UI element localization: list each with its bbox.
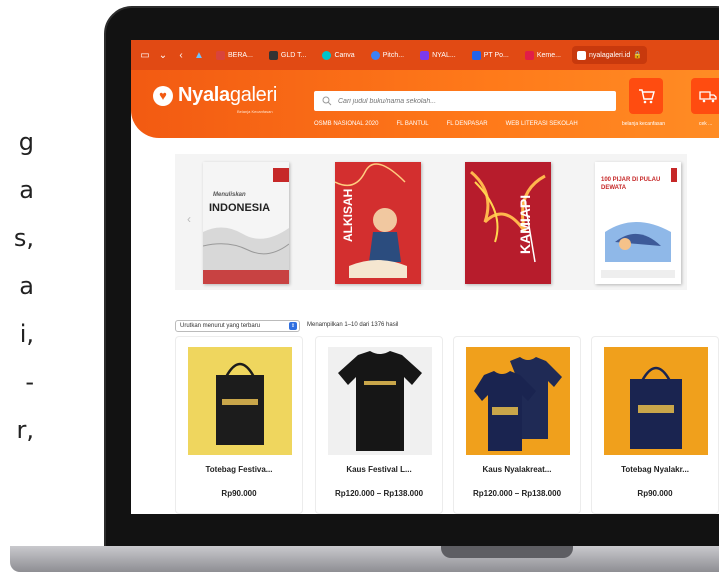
sort-label: Urutkan menurut yang terbaru: [180, 323, 261, 329]
book-carousel: ‹ Menuliskan INDONESIA ALKISAH KAMIAPI 1…: [175, 154, 687, 290]
nav-link[interactable]: FL BANTUL: [396, 121, 428, 127]
chevron-down-icon[interactable]: ⌄: [157, 50, 169, 61]
tab-label: Keme...: [536, 51, 561, 59]
chevron-left-icon[interactable]: ‹: [187, 212, 191, 226]
totebag-image: [604, 347, 708, 455]
book-cover[interactable]: ALKISAH: [335, 162, 421, 284]
browser-tab-bar: ▭ ⌄ ‹ ▲ BERA... GLD T... Canva Pitch... …: [131, 40, 719, 70]
favicon-icon: [370, 50, 380, 60]
site-logo[interactable]: ♥ Nyalagaleri: [153, 84, 277, 107]
product-name[interactable]: Totebag Festiva...: [176, 465, 302, 474]
tab-label: Pitch...: [382, 51, 405, 59]
product-price: Rp120.000 – Rp138.000: [334, 489, 424, 498]
product-image: [328, 347, 432, 455]
product-image: [188, 347, 292, 455]
product-name[interactable]: Kaus Nyalakreat...: [454, 465, 580, 474]
tab-label: GLD T...: [280, 51, 307, 59]
sidebar-toggle-icon[interactable]: ▭: [139, 50, 151, 61]
favicon-icon: [322, 50, 332, 60]
browser-tab[interactable]: Keme...: [520, 46, 566, 64]
nav-link[interactable]: OSMB NASIONAL 2020: [314, 121, 378, 127]
shipping-button[interactable]: [691, 78, 719, 114]
laptop-notch: [441, 546, 573, 558]
side-text-line: a: [19, 272, 34, 300]
search-input[interactable]: [338, 97, 598, 105]
tab-label: nyalagaleri.id: [589, 51, 631, 59]
favicon-icon: [420, 50, 430, 60]
product-name[interactable]: Totebag Nyalakr...: [592, 465, 718, 474]
logo-light: galeri: [229, 84, 277, 106]
results-count: Menampilkan 1–10 dari 1376 hasil: [307, 322, 399, 328]
product-price: Rp120.000 – Rp138.000: [472, 489, 562, 498]
search-icon: [322, 96, 332, 106]
favicon-icon: [216, 50, 225, 60]
header-nav: OSMB NASIONAL 2020 FL BANTUL FL DENPASAR…: [314, 121, 578, 127]
totebag-image: [188, 347, 292, 455]
tagline: Belanja Kecanfasan: [237, 109, 273, 114]
shipping-label: cek ...: [699, 121, 713, 127]
browser-tab[interactable]: Canva: [317, 46, 359, 64]
browser-tab-active[interactable]: nyalagaleri.id 🔒: [572, 46, 647, 64]
tab-label: Canva: [334, 51, 355, 59]
back-arrow-icon[interactable]: ‹: [175, 50, 187, 61]
favicon-icon: [471, 50, 481, 60]
tab-group-icon[interactable]: ▲: [193, 50, 205, 61]
tshirt-pair-image: [466, 347, 570, 455]
product-name[interactable]: Kaus Festival L...: [316, 465, 442, 474]
product-image: [604, 347, 708, 455]
book-title: KAMIAPI: [517, 194, 533, 254]
side-text-line: r,: [16, 416, 35, 444]
laptop-base: [10, 546, 719, 572]
side-text-line: -: [25, 368, 34, 396]
side-text-line: g: [18, 128, 34, 156]
tab-label: NYAL...: [432, 51, 456, 59]
book-subtitle: Menuliskan: [213, 192, 246, 198]
side-text-line: s,: [13, 224, 34, 252]
nav-link[interactable]: WEB LITERASI SEKOLAH: [506, 121, 578, 127]
favicon-icon: [524, 50, 534, 60]
heart-logo-icon: ♥: [153, 85, 173, 106]
product-card[interactable]: Kaus Nyalakreat... Rp120.000 – Rp138.000: [453, 336, 581, 514]
nav-link[interactable]: FL DENPASAR: [447, 121, 488, 127]
side-text-line: i,: [19, 320, 34, 348]
side-text-line: a: [19, 176, 34, 204]
site-header: ♥ Nyalagaleri Belanja Kecanfasan OSMB NA…: [131, 70, 719, 138]
product-price: Rp90.000: [221, 489, 257, 498]
browser-tab[interactable]: NYAL...: [415, 46, 461, 64]
book-title: INDONESIA: [209, 202, 271, 214]
laptop-screen: ▭ ⌄ ‹ ▲ BERA... GLD T... Canva Pitch... …: [131, 40, 719, 514]
browser-tab[interactable]: PT Po...: [467, 46, 514, 64]
truck-icon: [699, 91, 717, 103]
browser-tab[interactable]: Pitch...: [366, 46, 409, 64]
cart-icon: [639, 89, 655, 104]
book-cover[interactable]: 100 PIJAR DI PULAU DEWATA: [595, 162, 681, 284]
sort-select[interactable]: Urutkan menurut yang terbaru ⇕: [175, 320, 300, 332]
product-image: [466, 347, 570, 455]
tab-label: BERA...: [228, 51, 253, 59]
product-card[interactable]: Totebag Festiva... Rp90.000: [175, 336, 303, 514]
book-cover[interactable]: Menuliskan INDONESIA: [203, 162, 289, 284]
select-caret-icon: ⇕: [289, 322, 297, 330]
logo-bold: Nyala: [178, 84, 230, 106]
favicon-icon: [268, 50, 278, 60]
tab-label: PT Po...: [483, 51, 509, 59]
search-bar[interactable]: [314, 91, 616, 111]
book-title: ALKISAH: [341, 188, 355, 242]
browser-tab[interactable]: GLD T...: [264, 46, 312, 64]
browser-tab[interactable]: BERA...: [211, 46, 258, 64]
book-art: [465, 162, 551, 284]
book-art: [203, 162, 289, 284]
book-cover[interactable]: KAMIAPI: [465, 162, 551, 284]
lock-icon: 🔒: [633, 52, 642, 59]
cart-label: belanja kecanfasan: [622, 121, 666, 127]
tshirt-image: [328, 347, 432, 455]
book-title: 100 PIJAR DI PULAU DEWATA: [601, 177, 661, 191]
product-card[interactable]: Totebag Nyalakr... Rp90.000: [591, 336, 719, 514]
product-card[interactable]: Kaus Festival L... Rp120.000 – Rp138.000: [315, 336, 443, 514]
laptop-mockup: g a s, a i, - r, ▭ ⌄ ‹ ▲ BERA... GLD T..…: [0, 0, 719, 572]
cropped-side-text: g a s, a i, - r,: [0, 0, 40, 572]
product-price: Rp90.000: [637, 489, 673, 498]
cart-button[interactable]: [629, 78, 663, 114]
favicon-icon: [577, 50, 586, 60]
